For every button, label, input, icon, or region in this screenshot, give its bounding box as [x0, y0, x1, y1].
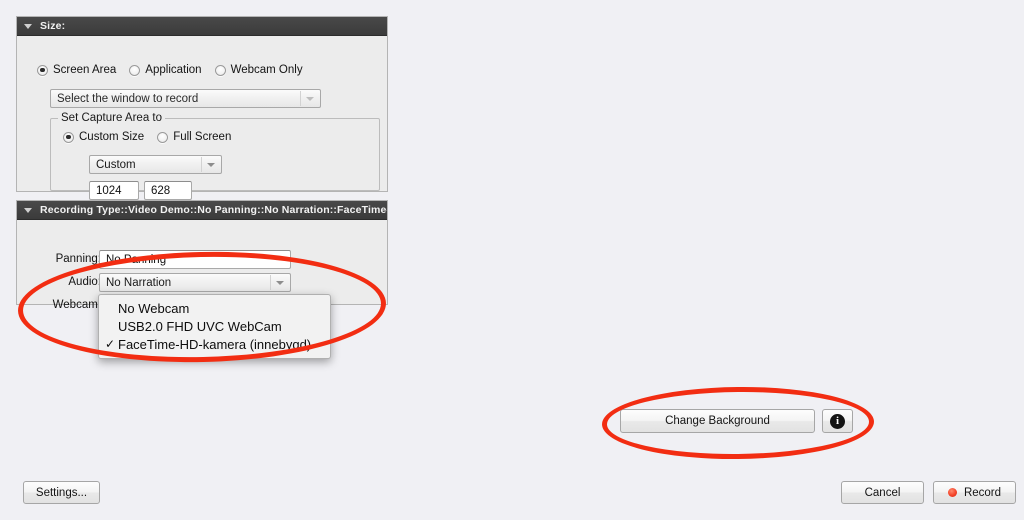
radio-label-webcam-only: Webcam Only: [230, 64, 303, 76]
radio-screen-area[interactable]: Screen Area: [37, 64, 116, 76]
info-circle-icon: i: [830, 413, 845, 429]
radio-webcam-only[interactable]: Webcam Only: [214, 64, 303, 76]
panning-input[interactable]: No Panning: [99, 250, 291, 269]
change-background-button[interactable]: Change Background: [620, 409, 815, 433]
record-button[interactable]: Record: [933, 481, 1016, 504]
capture-area-groupbox: Set Capture Area to Custom Size Full Scr…: [50, 112, 380, 200]
settings-label: Settings...: [35, 486, 88, 499]
capture-width-input[interactable]: 1024: [89, 181, 139, 200]
window-select-value: Select the window to record: [57, 92, 199, 105]
checkmark-icon: ✓: [105, 337, 116, 351]
radio-dot-full-screen[interactable]: [157, 131, 169, 143]
audio-select[interactable]: No Narration: [99, 273, 291, 292]
recording-type-panel-title: Recording Type::Video Demo::No Panning::…: [40, 204, 387, 216]
preset-size-value: Custom: [96, 158, 136, 171]
triangle-down-icon[interactable]: [24, 23, 32, 29]
size-panel-header[interactable]: Size:: [17, 17, 387, 36]
radio-label-application: Application: [145, 64, 202, 76]
radio-custom-size[interactable]: Custom Size: [63, 131, 144, 143]
capture-mode-radio-group: Screen Area Application Webcam Only: [37, 64, 316, 76]
webcam-dropdown-menu[interactable]: No Webcam USB2.0 FHD UVC WebCam ✓ FaceTi…: [98, 294, 331, 359]
webcam-label: Webcam:: [52, 299, 101, 311]
settings-button[interactable]: Settings...: [23, 481, 100, 504]
radio-application[interactable]: Application: [129, 64, 202, 76]
menu-item-no-webcam[interactable]: No Webcam: [99, 299, 330, 317]
size-panel: Size: Screen Area Application Webcam Onl…: [16, 16, 388, 200]
recording-type-panel-header[interactable]: Recording Type::Video Demo::No Panning::…: [17, 201, 387, 220]
record-label: Record: [963, 486, 1002, 499]
radio-dot-custom-size[interactable]: [63, 131, 74, 143]
radio-dot-screen-area[interactable]: [37, 64, 48, 76]
window-select[interactable]: Select the window to record: [50, 89, 321, 108]
record-dot-icon: [947, 488, 957, 497]
radio-dot-application[interactable]: [129, 64, 141, 76]
triangle-down-icon: [275, 280, 284, 285]
size-panel-title: Size:: [40, 20, 66, 32]
cancel-button[interactable]: Cancel: [841, 481, 924, 504]
radio-label-full-screen: Full Screen: [173, 131, 232, 143]
recording-type-panel: Recording Type::Video Demo::No Panning::…: [16, 200, 388, 315]
preset-size-arrow[interactable]: [201, 157, 219, 172]
triangle-down-icon[interactable]: [24, 207, 32, 213]
triangle-down-icon: [206, 162, 215, 167]
radio-label-custom-size: Custom Size: [79, 131, 145, 143]
audio-label: Audio:: [68, 276, 101, 288]
radio-dot-webcam-only[interactable]: [214, 64, 226, 76]
menu-item-facetime-webcam[interactable]: ✓ FaceTime-HD-kamera (innebygd): [99, 335, 330, 353]
menu-item-label: No Webcam: [118, 300, 190, 316]
menu-item-usb-webcam[interactable]: USB2.0 FHD UVC WebCam: [99, 317, 330, 335]
window-select-arrow[interactable]: [300, 91, 318, 106]
radio-full-screen[interactable]: Full Screen: [157, 131, 231, 143]
audio-select-value: No Narration: [106, 276, 172, 289]
change-background-label: Change Background: [665, 415, 770, 427]
capture-area-group-title: Set Capture Area to: [58, 112, 166, 124]
recording-type-panel-body: Panning: No Panning Audio: No Narration …: [17, 220, 387, 315]
preset-size-select[interactable]: Custom: [89, 155, 222, 174]
menu-item-label: USB2.0 FHD UVC WebCam: [118, 318, 282, 334]
radio-label-screen-area: Screen Area: [53, 64, 117, 76]
background-info-button[interactable]: i: [822, 409, 853, 433]
panning-label: Panning:: [55, 253, 101, 265]
audio-select-arrow[interactable]: [270, 275, 288, 290]
triangle-down-icon: [305, 96, 314, 101]
cancel-label: Cancel: [864, 486, 901, 499]
menu-item-label: FaceTime-HD-kamera (innebygd): [118, 336, 312, 352]
capture-height-input[interactable]: 628: [144, 181, 192, 200]
capture-area-radio-group: Custom Size Full Screen: [63, 131, 244, 143]
size-panel-body: Screen Area Application Webcam Only Sele…: [17, 36, 387, 200]
